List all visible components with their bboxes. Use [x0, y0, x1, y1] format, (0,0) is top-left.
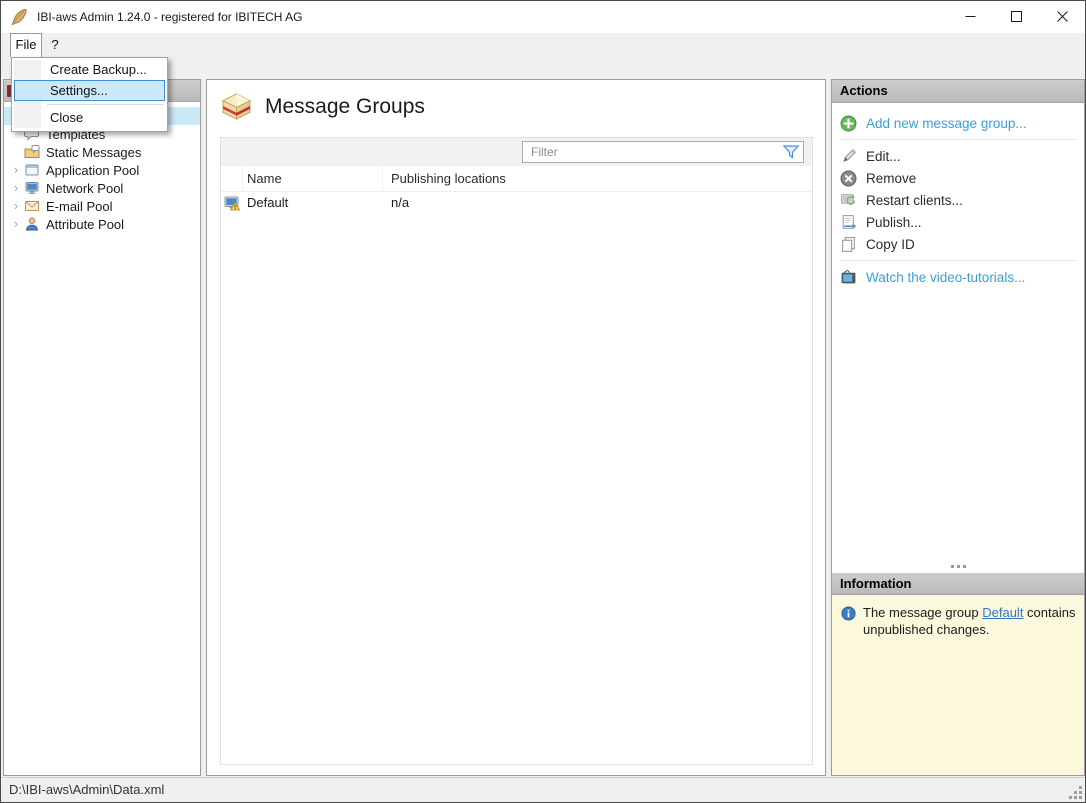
minimize-icon — [965, 11, 976, 22]
resize-grip[interactable] — [1068, 785, 1082, 799]
tree-item-attribute-pool[interactable]: › Attribute Pool — [4, 215, 200, 233]
icon-column-header — [221, 166, 243, 191]
menu-item-create-backup[interactable]: Create Backup... — [14, 60, 165, 80]
chevron-right-icon[interactable]: › — [8, 162, 24, 178]
separator — [840, 139, 1076, 140]
app-logo-quill-icon — [10, 8, 28, 26]
actions-header: Actions — [832, 80, 1084, 103]
message-folder-icon — [24, 144, 40, 160]
tree-item-label: Application Pool — [46, 163, 139, 178]
action-copy-id[interactable]: Copy ID — [832, 233, 1084, 255]
app-window-icon — [24, 162, 40, 178]
navigation-panel: Message Groups Templates Static Messages… — [3, 79, 201, 776]
row-name-cell: Default — [243, 192, 383, 213]
chevron-right-icon[interactable]: › — [8, 198, 24, 214]
app-window: IBI-aws Admin 1.24.0 - registered for IB… — [0, 0, 1086, 803]
close-button[interactable] — [1039, 1, 1085, 32]
default-group-link[interactable]: Default — [982, 605, 1023, 620]
row-icon-cell — [221, 192, 243, 213]
action-edit[interactable]: Edit... — [832, 145, 1084, 167]
close-icon — [1057, 11, 1068, 22]
tree-item-static-messages[interactable]: Static Messages — [4, 143, 200, 161]
column-header-name[interactable]: Name — [243, 166, 383, 191]
publish-page-icon — [840, 214, 857, 231]
chevron-right-icon[interactable]: › — [8, 180, 24, 196]
tree-item-network-pool[interactable]: › Network Pool — [4, 179, 200, 197]
action-watch-video-tutorials[interactable]: Watch the video-tutorials... — [832, 266, 1084, 288]
file-dropdown-menu: Create Backup... Settings... Close — [11, 57, 168, 132]
menu-item-settings[interactable]: Settings... — [14, 80, 165, 101]
chevron-right-icon[interactable]: › — [8, 216, 24, 232]
information-message: The message group Default contains unpub… — [863, 605, 1076, 775]
person-icon — [24, 216, 40, 232]
maximize-button[interactable] — [993, 1, 1039, 32]
data-file-path: D:\IBI-aws\Admin\Data.xml — [9, 782, 164, 797]
information-content: The message group Default contains unpub… — [832, 595, 1084, 775]
action-add-new-message-group[interactable]: Add new message group... — [832, 112, 1084, 134]
table-header: Name Publishing locations — [221, 166, 812, 192]
tree-item-label: Network Pool — [46, 181, 123, 196]
info-text-before: The message group — [863, 605, 982, 620]
action-publish[interactable]: Publish... — [832, 211, 1084, 233]
action-remove[interactable]: Remove — [832, 167, 1084, 189]
column-header-publishing-locations[interactable]: Publishing locations — [383, 166, 812, 191]
menu-separator — [47, 104, 164, 105]
filter-box — [522, 141, 804, 163]
tree-item-label: E-mail Pool — [46, 199, 112, 214]
filter-input[interactable] — [523, 143, 779, 161]
message-groups-cube-icon — [221, 93, 252, 120]
action-restart-clients[interactable]: Restart clients... — [832, 189, 1084, 211]
main-panel: Message Groups Name Publishing locations — [206, 79, 826, 776]
envelope-icon — [24, 198, 40, 214]
page-title: Message Groups — [265, 95, 425, 119]
status-bar: D:\IBI-aws\Admin\Data.xml — [1, 777, 1085, 802]
screen-warning-icon — [224, 195, 240, 211]
tree-item-label: Attribute Pool — [46, 217, 124, 232]
restart-clients-icon — [840, 192, 857, 209]
information-header: Information — [832, 573, 1084, 595]
main-header: Message Groups — [207, 80, 825, 120]
panel-splitter[interactable] — [832, 561, 1084, 571]
message-groups-list: Name Publishing locations Default n/a — [220, 137, 813, 765]
menu-file[interactable]: File — [10, 33, 42, 57]
tree-item-email-pool[interactable]: › E-mail Pool — [4, 197, 200, 215]
funnel-icon — [782, 144, 800, 160]
remove-circle-icon — [840, 170, 857, 187]
maximize-icon — [1011, 11, 1022, 22]
tv-icon — [840, 269, 857, 286]
monitor-icon — [24, 180, 40, 196]
copy-pages-icon — [840, 236, 857, 253]
menu-item-close[interactable]: Close — [14, 108, 165, 128]
menu-bar: File ? — [1, 33, 1085, 57]
tree-item-label: Static Messages — [46, 145, 141, 160]
menu-help[interactable]: ? — [42, 33, 68, 57]
filter-funnel-button[interactable] — [779, 142, 803, 162]
minimize-button[interactable] — [947, 1, 993, 32]
separator — [840, 260, 1076, 261]
window-title: IBI-aws Admin 1.24.0 - registered for IB… — [37, 10, 302, 24]
info-icon — [841, 606, 856, 621]
actions-list: Add new message group... Edit... Remove … — [832, 103, 1084, 288]
title-bar: IBI-aws Admin 1.24.0 - registered for IB… — [1, 1, 1085, 33]
filter-bar — [221, 138, 812, 166]
actions-panel: Actions Add new message group... Edit...… — [831, 79, 1085, 776]
add-circle-icon — [840, 115, 857, 132]
pencil-icon — [840, 148, 857, 165]
table-row[interactable]: Default n/a — [221, 192, 812, 213]
tree-item-application-pool[interactable]: › Application Pool — [4, 161, 200, 179]
row-publishing-locations-cell: n/a — [383, 192, 812, 213]
